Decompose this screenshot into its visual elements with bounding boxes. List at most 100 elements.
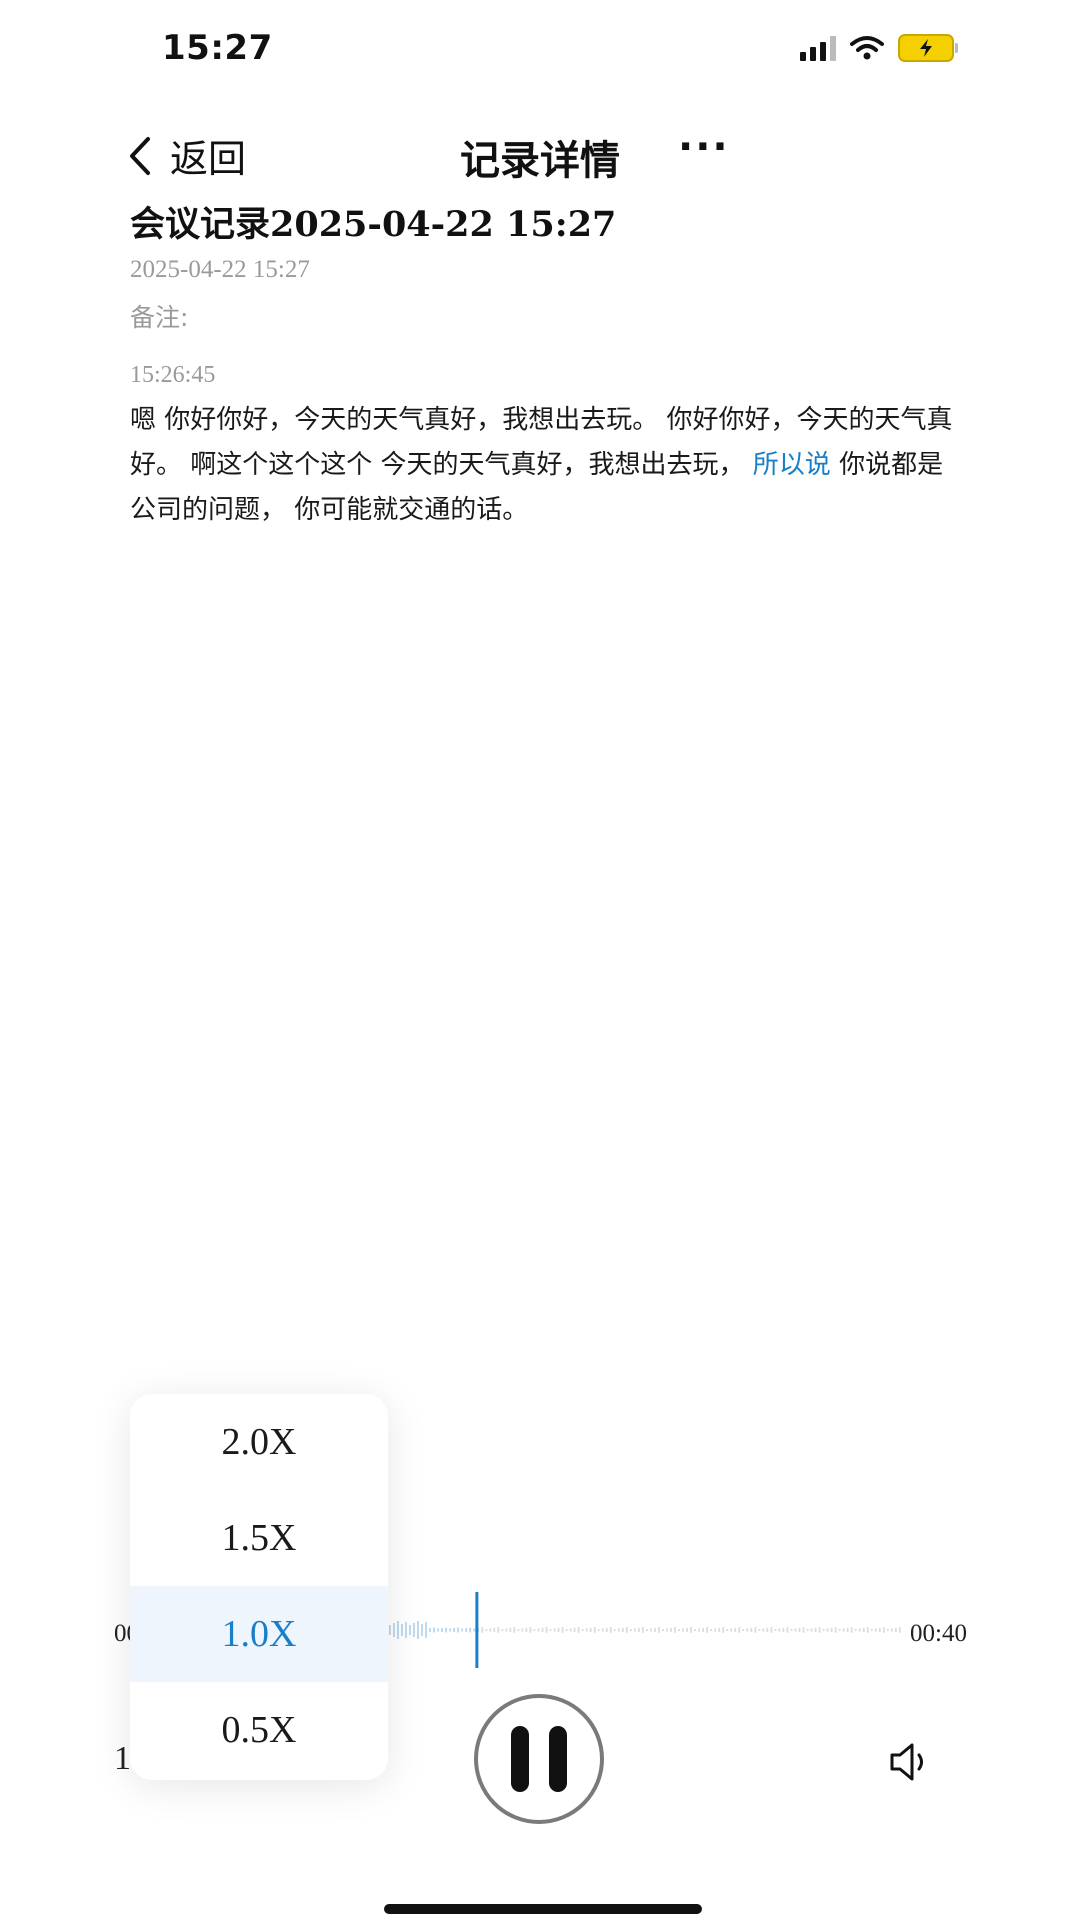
waveform-bar — [473, 1628, 476, 1632]
record-title: 会议记录2025-04-22 15:27 — [130, 204, 617, 245]
waveform-bar — [730, 1628, 733, 1632]
waveform-bar — [830, 1627, 833, 1633]
waveform-bar — [666, 1628, 668, 1632]
volume-icon[interactable] — [888, 1740, 932, 1784]
waveform-bar — [726, 1629, 729, 1631]
transcript-highlight[interactable]: 所以说 — [753, 450, 831, 480]
record-date: 2025-04-22 15:27 — [130, 256, 310, 283]
waveform-bar — [878, 1627, 881, 1633]
waveform-bar — [453, 1628, 456, 1632]
waveform-bar — [517, 1629, 520, 1631]
pause-button[interactable] — [474, 1694, 604, 1824]
waveform-bar — [601, 1628, 604, 1632]
status-time: 15:27 — [162, 28, 273, 68]
waveform-bar — [433, 1627, 435, 1633]
waveform-bar — [766, 1627, 769, 1633]
speed-option-0-5x[interactable]: 0.5X — [130, 1682, 388, 1778]
status-icons — [800, 34, 958, 62]
pause-icon-bar — [549, 1726, 567, 1792]
waveform-bar — [822, 1629, 825, 1631]
waveform-bar — [409, 1625, 411, 1635]
home-indicator — [384, 1904, 702, 1914]
waveform-bar — [838, 1629, 841, 1631]
waveform-bar — [533, 1629, 536, 1631]
waveform-bar — [690, 1627, 692, 1633]
segment-timestamp: 15:26:45 — [130, 362, 216, 388]
waveform-bar — [565, 1629, 568, 1631]
waveform-bar — [493, 1627, 496, 1633]
record-note-label[interactable]: 备注: — [130, 298, 188, 334]
waveform-bar — [858, 1628, 861, 1632]
waveform-bar — [646, 1629, 648, 1631]
waveform-bar — [746, 1628, 749, 1632]
waveform-bar — [581, 1629, 584, 1631]
waveform-bar — [754, 1627, 757, 1633]
waveform-bar — [802, 1627, 805, 1633]
waveform-bar — [461, 1628, 464, 1632]
waveform-bar — [870, 1629, 873, 1631]
waveform-bar — [770, 1627, 773, 1633]
waveform-bar — [549, 1629, 552, 1631]
waveform-bar — [750, 1627, 753, 1633]
waveform-bar — [621, 1627, 624, 1633]
waveform-bar — [449, 1628, 452, 1632]
waveform-bar — [682, 1628, 684, 1632]
waveform-bar — [678, 1629, 680, 1631]
waveform-bar — [401, 1624, 403, 1636]
waveform-bar — [846, 1627, 849, 1633]
waveform-bar — [762, 1628, 765, 1632]
playhead[interactable] — [475, 1592, 479, 1668]
waveform-bar — [774, 1629, 777, 1631]
cellular-signal-icon — [800, 35, 836, 61]
waveform-bar — [417, 1621, 419, 1639]
waveform-bar — [866, 1627, 869, 1633]
waveform-bar — [489, 1628, 492, 1632]
waveform-bar — [513, 1627, 516, 1633]
waveform-bar — [734, 1627, 737, 1633]
waveform-bar — [758, 1629, 761, 1631]
waveform-bar — [629, 1629, 632, 1631]
waveform-bar — [557, 1627, 560, 1633]
playback-total-time: 00:40 — [910, 1620, 967, 1647]
waveform-bar — [658, 1627, 660, 1633]
waveform-bar — [469, 1627, 472, 1633]
waveform-bar — [605, 1627, 608, 1633]
waveform-bar — [441, 1628, 444, 1632]
waveform-bar — [694, 1629, 696, 1631]
waveform-bar — [890, 1628, 893, 1632]
waveform-bar — [637, 1627, 640, 1633]
waveform-bar — [818, 1627, 821, 1633]
waveform-bar — [501, 1629, 504, 1631]
waveform-bar — [561, 1627, 564, 1633]
waveform-bar — [842, 1628, 845, 1632]
page-title: 记录详情 — [460, 138, 620, 184]
waveform-bar — [862, 1627, 865, 1633]
more-options-button[interactable]: ··· — [678, 124, 730, 170]
waveform-bar — [509, 1627, 512, 1633]
waveform-bar — [457, 1627, 460, 1633]
waveform-bar — [437, 1628, 439, 1632]
waveform-bar — [806, 1629, 809, 1631]
waveform-bar — [497, 1627, 500, 1633]
waveform-bar — [874, 1628, 877, 1632]
speed-option-1x[interactable]: 1.0X — [130, 1586, 388, 1682]
waveform-bar — [794, 1628, 797, 1632]
playback-speed-menu: 2.0X 1.5X 1.0X 0.5X — [130, 1394, 388, 1780]
waveform-bar — [633, 1628, 636, 1632]
waveform-bar — [654, 1627, 656, 1633]
waveform-bar — [589, 1627, 592, 1633]
waveform-bar — [786, 1627, 789, 1633]
waveform-bar — [898, 1627, 901, 1633]
speed-option-2x[interactable]: 2.0X — [130, 1394, 388, 1490]
waveform-bar — [553, 1628, 556, 1632]
waveform-bar — [850, 1627, 853, 1633]
waveform-bar — [834, 1627, 837, 1633]
audio-waveform-scrubber[interactable] — [388, 1590, 902, 1670]
speed-option-1-5x[interactable]: 1.5X — [130, 1490, 388, 1586]
waveform-bar — [573, 1627, 576, 1633]
pause-icon-bar — [511, 1726, 529, 1792]
waveform-bar — [481, 1627, 484, 1633]
waveform-bar — [505, 1628, 508, 1632]
waveform-bar — [585, 1628, 588, 1632]
waveform-bar — [569, 1628, 572, 1632]
